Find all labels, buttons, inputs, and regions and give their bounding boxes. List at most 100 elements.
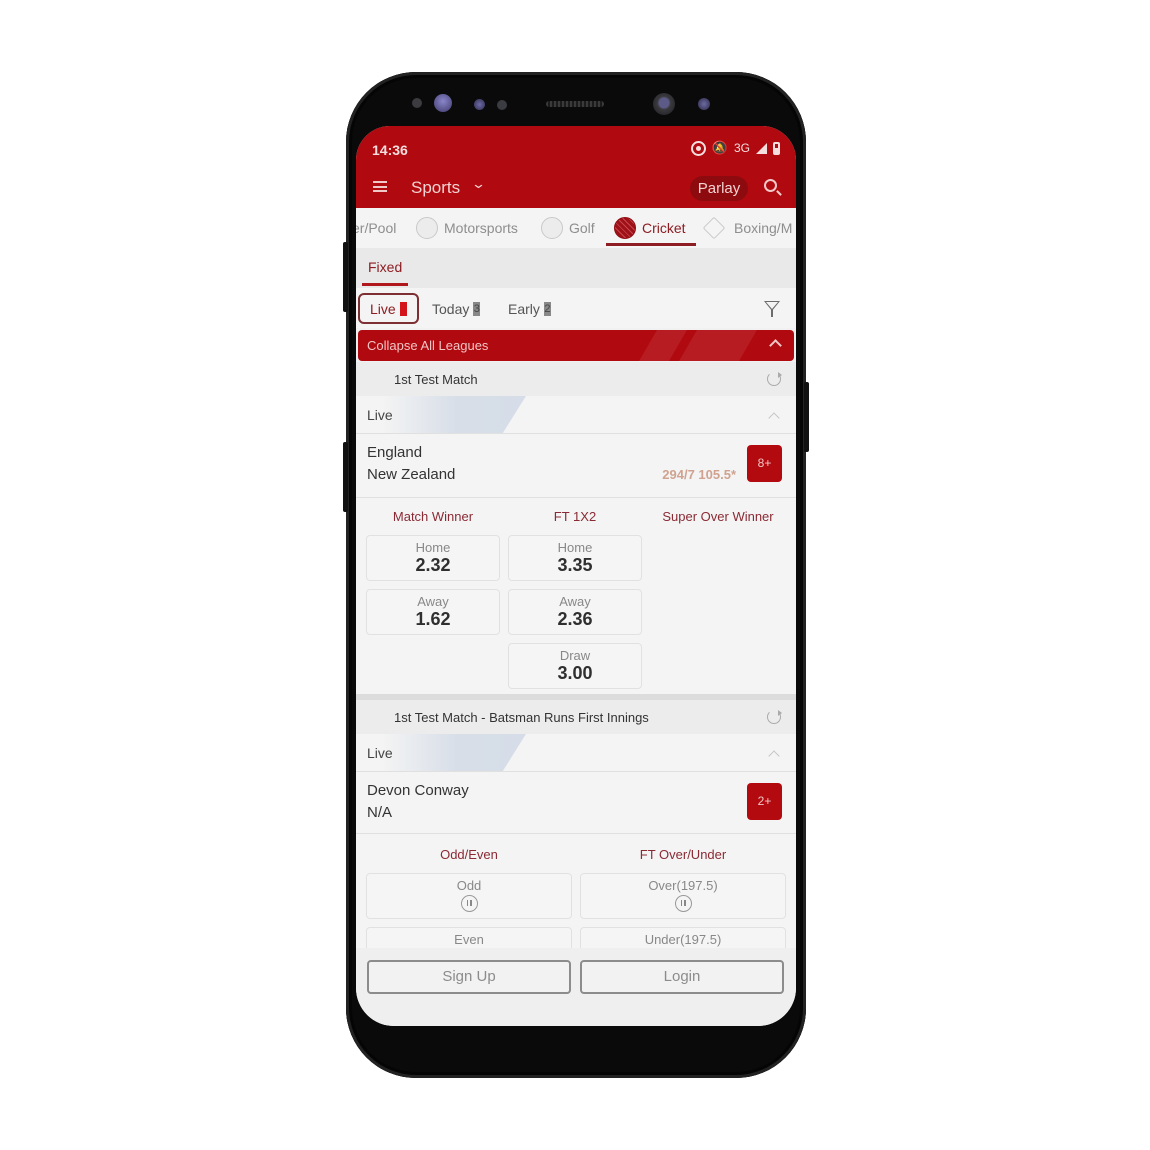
league-header[interactable]: 1st Test Match	[356, 362, 796, 396]
status-time: 14:36	[372, 142, 408, 158]
login-button[interactable]: Login	[580, 960, 784, 994]
selection-label: Over(197.5)	[648, 878, 718, 893]
power-button	[804, 382, 809, 452]
selection-label: Even	[454, 932, 484, 947]
home-team: England	[367, 444, 423, 461]
selection-label: Away	[559, 594, 591, 609]
selection-label: Home	[557, 540, 593, 555]
collapse-all-label: Collapse All Leagues	[367, 338, 489, 353]
tab-motorsports[interactable]: Motorsports	[416, 208, 518, 248]
filter-funnel-icon-stem	[771, 310, 773, 317]
match-row[interactable]: England New Zealand 294/7 105.5* 8+	[356, 434, 796, 498]
iris-camera	[698, 98, 710, 110]
parlay-button[interactable]: Parlay	[690, 176, 748, 201]
odds-button[interactable]: Home 3.35	[508, 535, 642, 581]
search-icon[interactable]	[764, 179, 777, 192]
battery-icon	[773, 141, 780, 155]
market-title: FT Over/Under	[639, 847, 727, 862]
cricket-ball-icon	[614, 217, 636, 239]
sport-category-tabs: er/Pool Motorsports Golf Cricket Boxing/…	[356, 208, 796, 248]
opponent-name: N/A	[367, 804, 393, 821]
league-header[interactable]: 1st Test Match - Batsman Runs First Inni…	[356, 700, 796, 734]
app-header: 14:36 🔕 3G Sports ⌄ Parlay	[356, 126, 796, 208]
refresh-icon[interactable]	[767, 372, 782, 386]
live-label: Live	[367, 745, 393, 761]
market-title: Odd/Even	[440, 847, 498, 862]
boxing-glove-icon	[702, 216, 726, 240]
filter-count: 3	[473, 301, 481, 316]
odds-button[interactable]: Away 2.36	[508, 589, 642, 635]
live-label: Live	[367, 407, 393, 423]
odds-type-bar: Fixed	[356, 248, 796, 288]
filter-label: Early	[508, 300, 540, 317]
tab-label: Boxing/M	[734, 220, 793, 236]
pause-icon	[674, 895, 692, 912]
fixed-tab-indicator	[362, 283, 408, 286]
chevron-up-icon[interactable]	[769, 339, 782, 352]
sports-dropdown[interactable]: Sports	[411, 178, 460, 198]
tab-fixed[interactable]: Fixed	[368, 259, 402, 275]
league-title: 1st Test Match	[394, 372, 478, 387]
network-type: 3G	[733, 141, 750, 155]
selection-odds: 2.32	[415, 555, 451, 575]
selection-label: Away	[417, 594, 449, 609]
market-title: Super Over Winner	[662, 509, 774, 524]
active-tab-indicator	[606, 243, 696, 246]
selection-odds: 3.00	[557, 663, 593, 683]
away-team: New Zealand	[367, 466, 456, 483]
odds-button[interactable]: Away 1.62	[366, 589, 500, 635]
helmet-icon	[416, 217, 438, 239]
chevron-up-icon[interactable]	[768, 412, 780, 424]
filter-label: Live	[370, 300, 396, 317]
data-saver-icon	[690, 140, 706, 156]
sign-up-button[interactable]: Sign Up	[367, 960, 571, 994]
more-markets-button[interactable]: 2+	[747, 783, 782, 820]
chevron-up-icon[interactable]	[768, 750, 780, 762]
player-name: Devon Conway	[367, 782, 469, 799]
refresh-icon[interactable]	[767, 710, 782, 724]
filter-live[interactable]: Live 1	[358, 293, 419, 324]
filter-label: Today	[432, 300, 470, 317]
iris-sensor	[434, 94, 452, 112]
selection-odds: 1.62	[415, 609, 451, 629]
odds-button-suspended[interactable]: Odd	[366, 873, 572, 919]
odds-button[interactable]: Draw 3.00	[508, 643, 642, 689]
chevron-down-icon[interactable]: ⌄	[471, 176, 486, 192]
bixby-button	[343, 442, 348, 512]
proximity-sensor	[412, 98, 422, 108]
selection-odds: 3.35	[557, 555, 593, 575]
markets-grid: Match Winner FT 1X2 Super Over Winner Ho…	[356, 498, 796, 694]
selection-label: Draw	[559, 648, 591, 663]
odds-button[interactable]: Home 2.32	[366, 535, 500, 581]
status-icons: 🔕 3G	[690, 140, 780, 156]
filter-count: 1	[399, 301, 407, 316]
hamburger-menu-icon[interactable]	[373, 181, 387, 192]
decorative-stripe	[679, 330, 757, 361]
front-camera	[653, 93, 675, 115]
tab-golf[interactable]: Golf	[541, 208, 595, 248]
live-score: 294/7 105.5*	[662, 467, 736, 482]
tab-snooker-pool[interactable]: er/Pool	[356, 208, 396, 248]
odds-button-suspended[interactable]: Over(197.5)	[580, 873, 786, 919]
live-section-bar[interactable]: Live	[356, 396, 796, 434]
league-title: 1st Test Match - Batsman Runs First Inni…	[394, 710, 649, 725]
filter-early[interactable]: Early 2	[498, 293, 561, 324]
time-filter-bar: Live 1 Today 3 Early 2	[356, 288, 796, 328]
tab-boxing[interactable]: Boxing/M	[702, 208, 793, 248]
decorative-stripe	[639, 330, 687, 361]
collapse-all-leagues-bar[interactable]: Collapse All Leagues	[358, 330, 794, 361]
tab-cricket[interactable]: Cricket	[614, 208, 686, 248]
app-screen: 14:36 🔕 3G Sports ⌄ Parlay er/Pool Motor…	[356, 126, 796, 1026]
signal-icon	[756, 142, 767, 154]
selection-label: Home	[415, 540, 451, 555]
match-row[interactable]: Devon Conway N/A 2+	[356, 772, 796, 834]
light-sensor	[474, 99, 485, 110]
live-section-bar[interactable]: Live	[356, 734, 796, 772]
tab-label: Cricket	[642, 220, 686, 236]
more-markets-button[interactable]: 8+	[747, 445, 782, 482]
tab-label: er/Pool	[356, 220, 397, 236]
tab-label: Motorsports	[444, 220, 518, 236]
market-title: FT 1X2	[553, 509, 597, 524]
filter-today[interactable]: Today 3	[422, 293, 490, 324]
selection-odds: 2.36	[557, 609, 593, 629]
